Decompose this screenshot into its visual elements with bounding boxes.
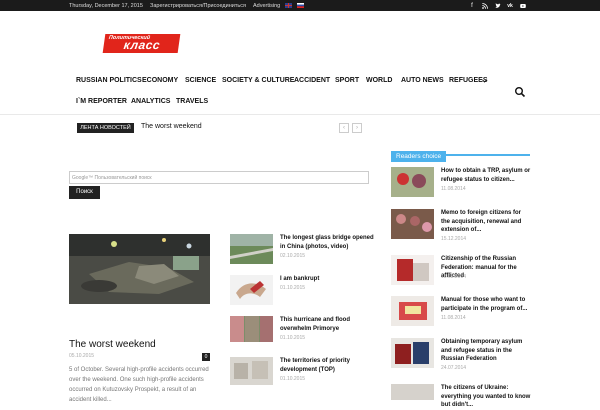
twitter-icon[interactable]: [495, 2, 501, 9]
advertising-link[interactable]: Advertising: [253, 3, 280, 9]
main-article-image[interactable]: [69, 234, 210, 304]
readers-thumb[interactable]: [391, 255, 434, 285]
readers-thumb[interactable]: [391, 338, 434, 368]
nav-item-world[interactable]: WORLD: [366, 77, 392, 84]
register-link[interactable]: Зарегистрироваться/Присоединиться: [150, 3, 246, 9]
readers-title[interactable]: Memo to foreign citizens for the acquisi…: [441, 209, 531, 235]
readers-date: 24.07.2014: [441, 365, 467, 371]
readers-thumb[interactable]: [391, 209, 434, 239]
readers-choice-title: Readers choice: [391, 151, 447, 162]
google-search-input[interactable]: Google™ Пользовательский поиск: [69, 171, 369, 184]
search-button[interactable]: Поиск: [69, 186, 100, 199]
main-article-excerpt: 5 of October. Several high-profile accid…: [69, 367, 209, 403]
article-title[interactable]: This hurricane and flood overwhelm Primo…: [280, 316, 375, 333]
nav-item-analytics[interactable]: ANALYTICS: [131, 98, 170, 105]
readers-date: 11.08.2014: [441, 315, 466, 321]
top-bar: Thursday, December 17, 2015 Зарегистриро…: [0, 0, 600, 11]
ticker-prev-button[interactable]: ‹: [339, 123, 349, 133]
vk-icon[interactable]: vk: [507, 3, 513, 9]
nav-item-russian-politics[interactable]: RUSSIAN POLITICS: [76, 77, 142, 84]
article-date: 01.10.2015: [280, 335, 306, 341]
search-icon[interactable]: [514, 86, 526, 98]
article-thumb[interactable]: [230, 357, 273, 385]
nav-item-travels[interactable]: TRAVELS: [176, 98, 208, 105]
article-date: 01.10.2015: [280, 376, 306, 382]
readers-thumb[interactable]: [391, 384, 434, 400]
readers-thumb[interactable]: [391, 296, 434, 326]
article-date: 02.10.2015: [280, 253, 306, 259]
readers-choice-header: Readers choice: [391, 145, 530, 162]
nav-item-im-reporter[interactable]: I`M REPORTER: [76, 98, 127, 105]
readers-date: 11.08.2014: [441, 186, 466, 192]
article-thumb[interactable]: [230, 316, 273, 342]
readers-title[interactable]: Obtaining temporary asylum and refugee s…: [441, 338, 531, 364]
ticker-next-button[interactable]: ›: [352, 123, 362, 133]
search-placeholder: Google™ Пользовательский поиск: [72, 175, 152, 181]
readers-date: 15.12.2014: [441, 236, 467, 242]
readers-title[interactable]: Manual for those who want to participate…: [441, 296, 531, 313]
comment-count-badge[interactable]: 0: [202, 353, 210, 361]
ticker-headline[interactable]: The worst weekend: [141, 123, 202, 130]
nav-item-economy[interactable]: ECONOMY: [142, 77, 178, 84]
main-article-title[interactable]: The worst weekend: [69, 339, 156, 350]
article-thumb[interactable]: [230, 275, 273, 305]
logo-big-text: класс: [122, 38, 162, 52]
nav-divider: [0, 114, 600, 115]
readers-thumb[interactable]: [391, 167, 434, 197]
youtube-icon[interactable]: [520, 3, 526, 9]
nav-item-sport[interactable]: SPORT: [335, 77, 359, 84]
article-date: 01.10.2015: [280, 285, 306, 291]
nav-item-auto-news[interactable]: AUTO NEWS: [401, 77, 444, 84]
article-title[interactable]: The longest glass bridge opened in China…: [280, 234, 375, 251]
nav-item-accident[interactable]: ACCIDENT: [294, 77, 330, 84]
nav-item-science[interactable]: SCIENCE: [185, 77, 216, 84]
english-flag-icon[interactable]: [285, 3, 292, 8]
nav-item-society-culture[interactable]: SOCIETY & CULTURE: [222, 77, 294, 84]
chevron-down-icon[interactable]: [482, 79, 487, 83]
article-thumb[interactable]: [230, 234, 273, 264]
article-title[interactable]: The territories of priority development …: [280, 357, 375, 374]
russian-flag-icon[interactable]: [297, 3, 304, 8]
rss-icon[interactable]: [482, 2, 488, 9]
ticker-label: ЛЕНТА НОВОСТЕЙ: [77, 123, 134, 133]
main-article-date: 05.10.2015: [69, 353, 95, 359]
readers-title[interactable]: The citizens of Ukraine: everything you …: [441, 384, 531, 410]
facebook-icon[interactable]: f: [469, 3, 475, 9]
site-logo[interactable]: Политический класс: [102, 34, 181, 53]
readers-date: 15.08.2014: [441, 274, 467, 280]
current-date: Thursday, December 17, 2015: [69, 3, 143, 9]
readers-title[interactable]: How to obtain a TRP, asylum or refugee s…: [441, 167, 531, 184]
article-title[interactable]: I am bankrupt: [280, 275, 375, 284]
